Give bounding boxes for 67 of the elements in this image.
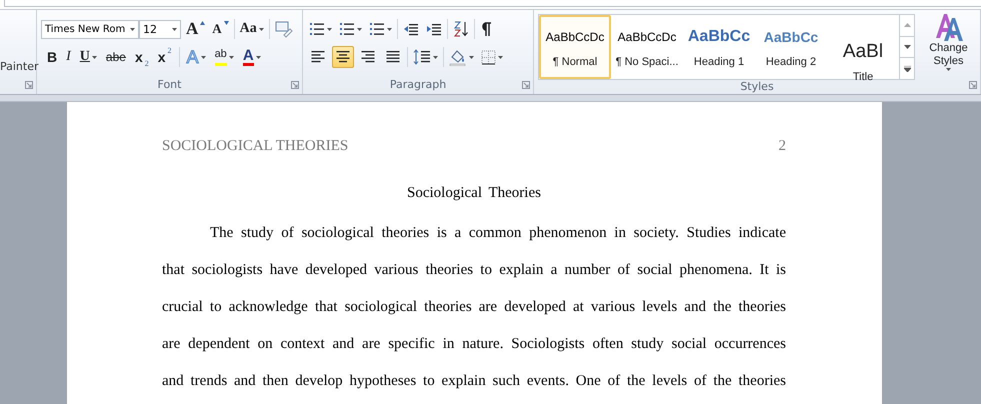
bold-button[interactable]: B (45, 46, 60, 68)
dropdown-arrow-icon (357, 28, 362, 30)
body-text-line: The study of sociological theories is a common phenomenon in society. Studies indicate (209, 224, 786, 243)
dropdown-arrow-icon (200, 56, 206, 58)
indent-icon (426, 22, 442, 36)
align-center-button[interactable] (332, 46, 354, 68)
document-title: Sociological Theories (406, 185, 542, 202)
dropdown-arrow-icon (433, 56, 438, 58)
paint-bucket-icon (449, 48, 467, 66)
dropdown-arrow-icon (946, 68, 951, 71)
text-field[interactable] (4, 0, 981, 7)
dropdown-arrow-icon (130, 28, 135, 30)
align-right-icon (360, 49, 376, 65)
dialog-launcher-icon[interactable] (969, 81, 977, 89)
underline-button[interactable]: U (78, 46, 99, 68)
dropdown-arrow-icon (258, 28, 264, 30)
align-justify-icon (385, 49, 401, 65)
change-styles-button[interactable]: Change Styles (921, 10, 976, 80)
dropdown-arrow-icon (256, 56, 261, 58)
body-text-line: crucial to acknowledge that sociological theories are developed at various levels and the theories (162, 298, 786, 317)
case-button[interactable]: Aa (238, 18, 266, 40)
page-number: 2 (778, 138, 786, 155)
group-label: Paragraph (388, 78, 448, 93)
list-icon (339, 22, 355, 36)
dropdown-arrow-icon (92, 56, 97, 58)
body-text-line: and trends and then develop hypotheses to explain such events. One of the levels of the theories (162, 372, 786, 391)
dropdown-arrow-icon (172, 28, 177, 30)
dropdown-arrow-icon (469, 56, 474, 58)
caret-icon (200, 21, 206, 25)
align-center-icon (335, 49, 351, 65)
caret-icon (224, 21, 229, 25)
borders-icon (481, 50, 496, 64)
dropdown-arrow-icon (498, 56, 503, 58)
align-left-icon (310, 49, 326, 65)
grow-button[interactable]: A (184, 18, 208, 40)
body-text-line: that sociologists have developed various theories to explain a number of social phenomena. It is (162, 261, 786, 280)
highlight-button[interactable]: ab (212, 46, 236, 68)
font-name-dropdown[interactable]: Times New Rom (41, 20, 139, 38)
dropdown-arrow-icon (387, 28, 392, 30)
shrink-button[interactable]: A (210, 18, 231, 40)
style-item[interactable]: AaBbCcDc ¶ No Spaci... (611, 15, 683, 79)
style-item[interactable]: AaBbCc Heading 2 (755, 15, 827, 79)
strike-button[interactable]: abe (104, 46, 128, 68)
dropdown-arrow-icon (327, 28, 332, 30)
color-button[interactable]: A (240, 46, 263, 68)
dialog-launcher-icon[interactable] (522, 81, 530, 89)
style-item[interactable]: AaBl Title (827, 15, 899, 79)
sort-icon (453, 21, 469, 37)
format-painter-label[interactable]: Painter (0, 60, 36, 72)
line-spacing-icon (413, 49, 431, 65)
dialog-launcher-icon[interactable] (25, 81, 33, 89)
dropdown-arrow-icon (228, 56, 234, 58)
italic-button[interactable]: I (64, 46, 73, 68)
running-header: SOCIOLOGICAL THEORIES (162, 138, 348, 155)
style-item[interactable]: AaBbCcDc ¶ Normal (539, 15, 611, 79)
group-label: Styles (739, 80, 775, 94)
body-text-line: are dependent on context and are specific in nature. Sociologists often study social occurrences (162, 335, 786, 354)
dialog-launcher-icon[interactable] (291, 81, 299, 89)
letters-icon (934, 12, 964, 42)
style-item[interactable]: AaBbCc Heading 1 (683, 15, 755, 79)
group-label: Font (156, 78, 182, 93)
list-icon (309, 22, 325, 36)
pilcrow-icon (480, 22, 492, 36)
outdent-icon (403, 22, 419, 36)
font-size-dropdown[interactable]: 12 (139, 20, 181, 38)
eraser-icon (274, 20, 293, 38)
list-icon (369, 22, 385, 36)
